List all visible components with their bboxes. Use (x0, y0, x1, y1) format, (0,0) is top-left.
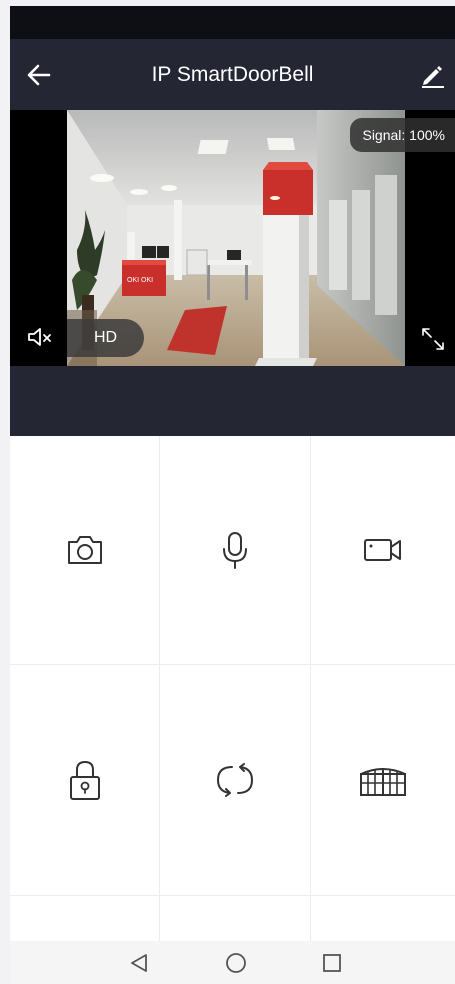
system-nav-bar (10, 941, 455, 984)
video-area[interactable]: OKI OKI Signal: 100% HD (10, 110, 455, 366)
talk-button[interactable] (160, 436, 310, 664)
microphone-icon (223, 532, 247, 569)
snapshot-button[interactable] (10, 436, 159, 664)
home-circle-icon (226, 953, 246, 973)
fullscreen-button[interactable] (420, 326, 446, 352)
rotate-icon (216, 763, 254, 797)
video-controls-band (10, 366, 455, 436)
video-camera-icon (364, 539, 401, 561)
recents-square-icon (323, 954, 341, 972)
scene-text: OKI OKI (127, 277, 153, 284)
status-bar (10, 6, 455, 39)
gate-button[interactable] (311, 665, 455, 895)
control-grid (10, 436, 455, 941)
app-frame: IP SmartDoorBell OKI OKI Signal: 100% HD (10, 6, 455, 984)
fullscreen-icon (422, 328, 444, 350)
nav-back-button[interactable] (127, 951, 151, 975)
camera-icon (67, 536, 102, 564)
mute-button[interactable] (26, 325, 56, 349)
gate-icon (360, 768, 406, 796)
edit-button[interactable] (418, 60, 448, 90)
app-header: IP SmartDoorBell (10, 39, 455, 110)
unlock-button[interactable] (10, 665, 159, 895)
pencil-icon (422, 66, 444, 88)
padlock-icon (69, 760, 100, 800)
back-button[interactable] (24, 60, 54, 90)
nav-recents-button[interactable] (320, 951, 344, 975)
back-triangle-icon (131, 954, 147, 972)
speaker-muted-icon (28, 328, 51, 346)
signal-badge: Signal: 100% (350, 118, 455, 152)
record-button[interactable] (311, 436, 455, 664)
rotate-button[interactable] (160, 665, 310, 895)
page-title: IP SmartDoorBell (151, 63, 314, 86)
nav-home-button[interactable] (224, 951, 248, 975)
grid-divider (10, 895, 455, 896)
back-arrow-icon (27, 64, 51, 86)
hd-quality-button[interactable]: HD (67, 319, 144, 357)
